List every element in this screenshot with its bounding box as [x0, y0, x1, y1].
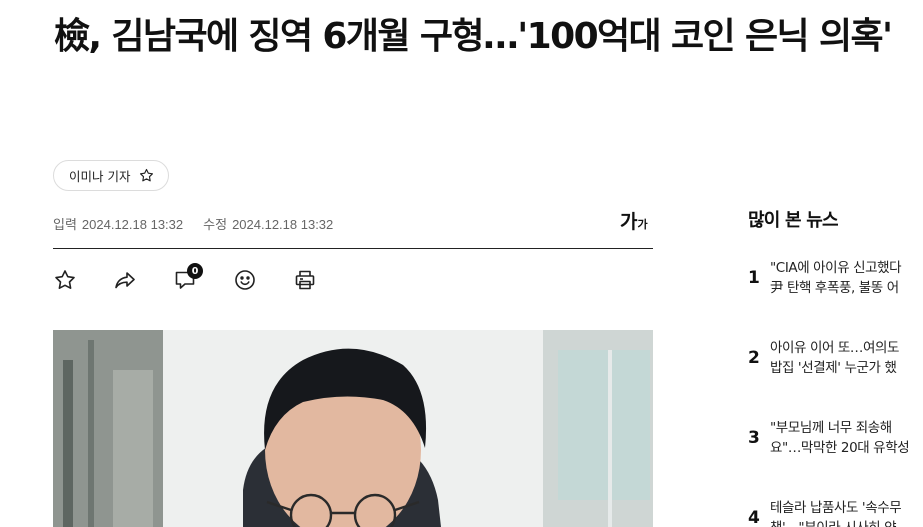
font-size-big-label: 가 [620, 211, 638, 233]
news-headline-line: 밥집 '선결제' 누군가 했 [770, 360, 897, 376]
modified-value: 2024.12.18 13:32 [232, 217, 334, 232]
emoji-icon [235, 270, 255, 290]
font-size-small-label: 가 [637, 218, 648, 231]
published-date: 입력 2024.12.18 13:32 [53, 214, 183, 233]
article-headline: 檢, 김남국에 징역 6개월 구형…'100억대 코인 은닉 의혹' [54, 16, 893, 57]
article-toolbar: 0 [53, 263, 317, 296]
popular-news-sidebar: 많이 본 뉴스 1 "CIA에 아이유 신고했다 尹 탄핵 후폭풍, 불똥 어 … [748, 206, 923, 527]
print-button[interactable] [293, 268, 317, 292]
popular-news-title: 많이 본 뉴스 [748, 210, 839, 231]
news-rank: 2 [748, 348, 760, 368]
popular-news-item[interactable]: 3 "부모님께 너무 죄송해 요"…막막한 20대 유학성 [748, 418, 923, 458]
reaction-button[interactable] [233, 268, 257, 292]
reporter-chip[interactable]: 이미나 기자 [53, 160, 170, 191]
news-headline: "CIA에 아이유 신고했다 尹 탄핵 후폭풍, 불똥 어 [770, 258, 923, 298]
header-divider [53, 248, 653, 249]
modified-date: 수정 2024.12.18 13:32 [203, 214, 333, 233]
published-value: 2024.12.18 13:32 [81, 217, 184, 232]
popular-news-item[interactable]: 4 테슬라 납품사도 '속수무 책'…"부이라 시사히 얀 [748, 498, 923, 527]
print-icon [295, 270, 315, 290]
share-icon [115, 272, 135, 289]
published-label: 입력 [53, 217, 77, 232]
news-headline-line: "부모님께 너무 죄송해 [770, 420, 892, 436]
comment-button[interactable]: 0 [173, 263, 203, 292]
share-button[interactable] [113, 268, 137, 292]
popular-news-item[interactable]: 1 "CIA에 아이유 신고했다 尹 탄핵 후폭풍, 불똥 어 [748, 258, 923, 298]
popular-news-item[interactable]: 2 아이유 이어 또…여의도 밥집 '선결제' 누군가 했 [748, 338, 923, 378]
star-outline-icon[interactable] [138, 167, 155, 184]
news-headline: 테슬라 납품사도 '속수무 책'…"부이라 시사히 얀 [770, 498, 923, 527]
article-dates: 입력 2024.12.18 13:32 수정 2024.12.18 13:32 [53, 214, 333, 233]
bookmark-button[interactable] [53, 268, 77, 292]
photo-illustration [53, 330, 653, 527]
modified-label: 수정 [203, 217, 228, 232]
news-headline: 아이유 이어 또…여의도 밥집 '선결제' 누군가 했 [770, 338, 923, 378]
reporter-name: 이미나 기자 [69, 169, 131, 184]
comment-count-badge: 0 [187, 263, 203, 279]
news-headline-line: "CIA에 아이유 신고했다 [770, 260, 902, 276]
news-headline-line: 테슬라 납품사도 '속수무 [770, 500, 902, 516]
news-headline-line: 요"…막막한 20대 유학성 [770, 440, 910, 456]
news-headline-line: 책'…"부이라 시사히 얀 [770, 518, 923, 527]
news-headline-line: 尹 탄핵 후폭풍, 불똥 어 [770, 280, 899, 296]
star-icon [55, 270, 75, 289]
news-headline: "부모님께 너무 죄송해 요"…막막한 20대 유학성 [770, 418, 923, 458]
news-rank: 4 [748, 508, 760, 527]
news-rank: 1 [748, 268, 760, 288]
font-size-button[interactable]: 가가 [620, 207, 648, 234]
news-rank: 3 [748, 428, 760, 448]
article-photo [53, 330, 653, 527]
news-headline-line: 아이유 이어 또…여의도 [770, 340, 900, 356]
